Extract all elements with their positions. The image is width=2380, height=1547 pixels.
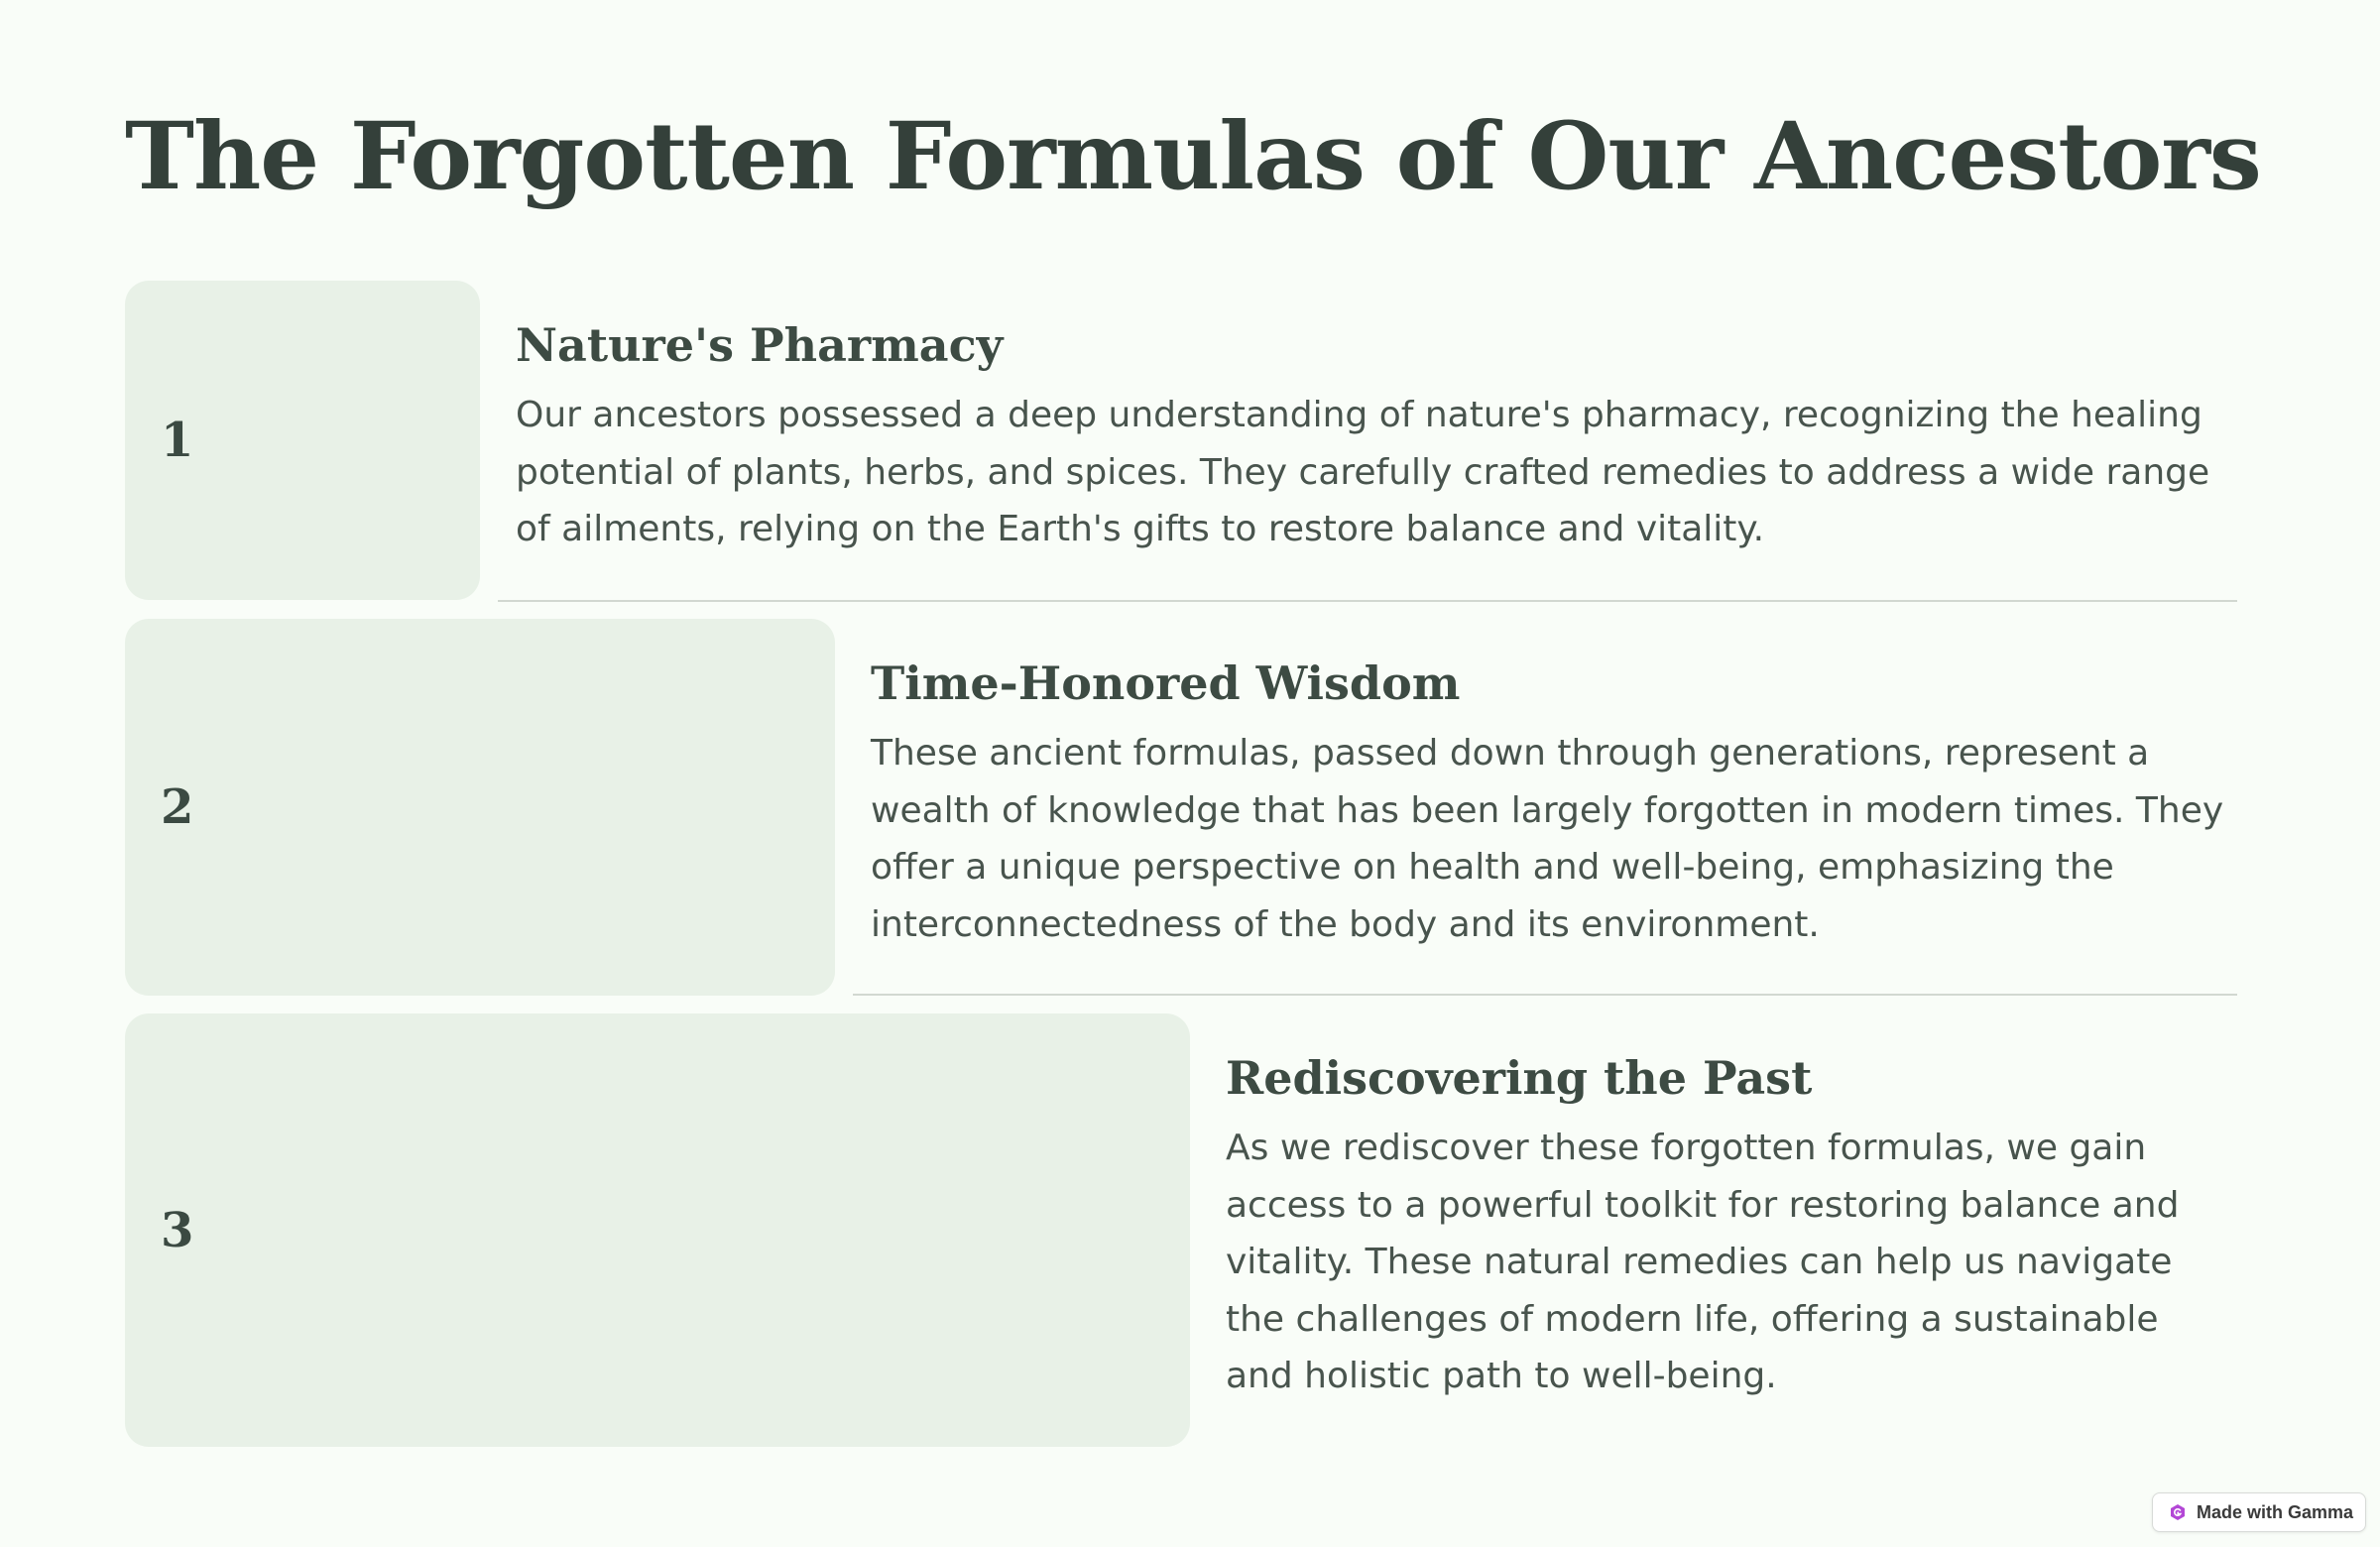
step-heading: Rediscovering the Past: [1226, 1051, 1813, 1105]
step-number-box: 2: [125, 619, 835, 996]
step-divider: [498, 600, 2237, 602]
badge-label: Made with Gamma: [2197, 1501, 2354, 1522]
step-content: Time-Honored Wisdom These ancient formul…: [871, 654, 2229, 953]
step-number-box: 3: [125, 1013, 1190, 1447]
made-with-gamma-badge[interactable]: Made with Gamma: [2152, 1492, 2366, 1532]
step-divider: [853, 994, 2237, 996]
step-description: These ancient formulas, passed down thro…: [871, 733, 2224, 945]
step-content: Rediscovering the Past As we rediscover …: [1226, 1048, 2217, 1405]
step-3: 3 Rediscovering the Past As we rediscove…: [125, 1013, 2237, 1448]
step-description: As we rediscover these forgotten formula…: [1226, 1128, 2180, 1396]
slide: The Forgotten Formulas of Our Ancestors …: [0, 0, 2380, 1547]
step-number: 2: [161, 779, 194, 835]
step-1: 1 Nature's Pharmacy Our ancestors posses…: [125, 281, 2237, 603]
step-heading: Nature's Pharmacy: [516, 318, 1004, 372]
step-heading: Time-Honored Wisdom: [871, 656, 1461, 710]
page-title: The Forgotten Formulas of Our Ancestors: [125, 102, 2262, 211]
step-number-box: 1: [125, 281, 480, 600]
step-description: Our ancestors possessed a deep understan…: [516, 395, 2210, 549]
step-number: 1: [161, 413, 194, 468]
gamma-logo-icon: [2171, 1504, 2185, 1520]
step-2: 2 Time-Honored Wisdom These ancient form…: [125, 619, 2237, 996]
step-content: Nature's Pharmacy Our ancestors possesse…: [516, 315, 2211, 558]
step-number: 3: [161, 1202, 194, 1258]
